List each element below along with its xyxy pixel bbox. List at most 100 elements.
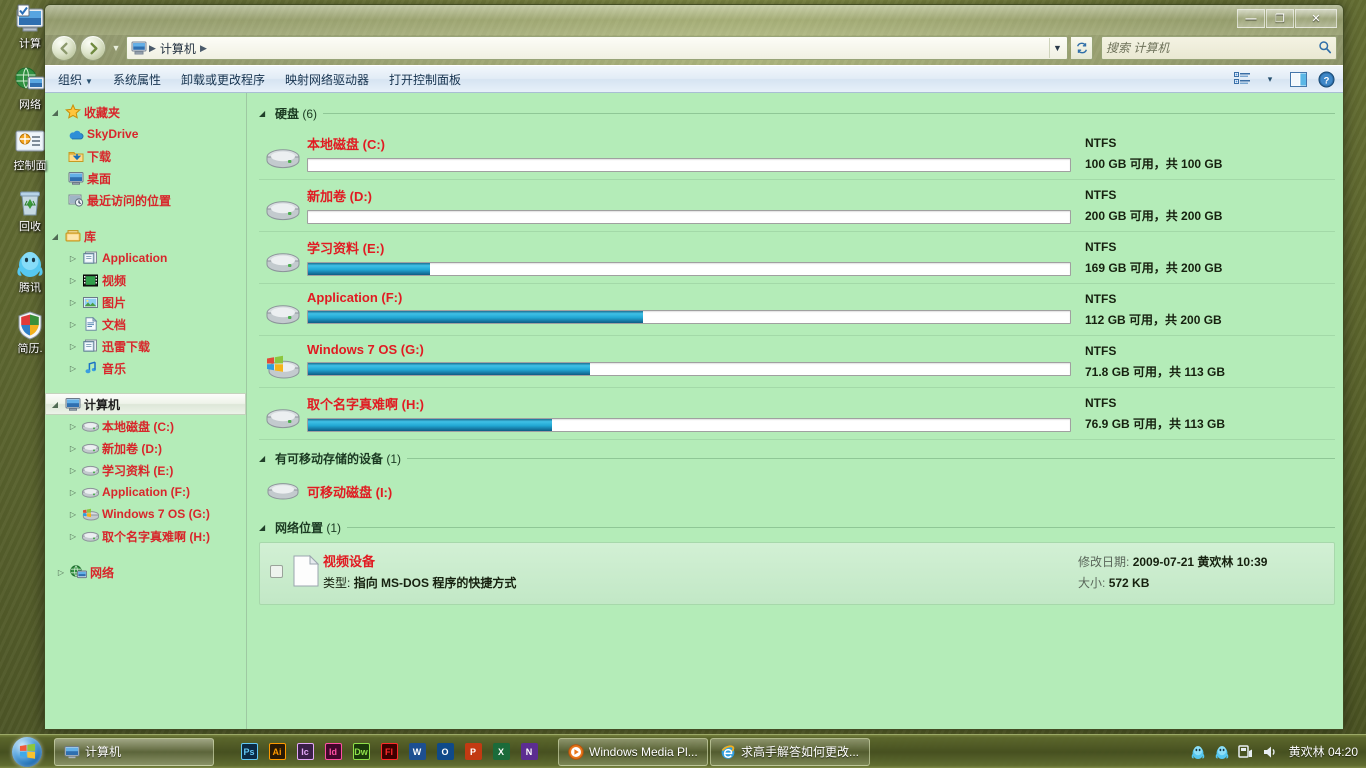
minimize-button[interactable]: — [1237, 9, 1265, 28]
sidebar-item-drive-h[interactable]: ▷ 取个名字真难啊 (H:) [45, 525, 246, 547]
navigation-pane[interactable]: ◢ 收藏夹 SkyDrive 下载 桌面 最近访问的位置 ◢ 库 ▷ Appli… [45, 93, 247, 729]
twisty-expanded-icon[interactable]: ◢ [259, 109, 269, 118]
window-title-bar[interactable]: — ❐ ✕ [45, 5, 1343, 35]
desktop-icon-recycle-bin[interactable]: 回收 [4, 187, 56, 234]
content-pane[interactable]: ◢ 硬盘 (6) 本地磁盘 (C:) NTFS 100 GB 可用，共 100 … [247, 93, 1343, 729]
table-row[interactable]: 视频设备 类型: 指向 MS-DOS 程序的快捷方式 修改日期: 2009-07… [259, 542, 1335, 605]
volume-icon[interactable] [1261, 743, 1279, 761]
twisty-collapsed-icon[interactable]: ▷ [67, 342, 79, 351]
table-row[interactable]: 学习资料 (E:) NTFS 169 GB 可用，共 200 GB [259, 232, 1335, 284]
twisty-collapsed-icon[interactable]: ▷ [55, 568, 67, 577]
recent-pages-button[interactable]: ▼ [109, 43, 123, 53]
twisty-collapsed-icon[interactable]: ▷ [67, 488, 79, 497]
quicklaunch-excel[interactable]: X [488, 738, 514, 766]
qq-tray-icon-2[interactable] [1213, 743, 1231, 761]
sidebar-item-desktop[interactable]: 桌面 [45, 167, 246, 189]
breadcrumb-separator-2[interactable]: ▶ [199, 43, 208, 54]
twisty-collapsed-icon[interactable]: ▷ [67, 532, 79, 541]
quicklaunch-photoshop[interactable]: Ps [236, 738, 262, 766]
map-network-drive-button[interactable]: 映射网络驱动器 [276, 67, 378, 92]
view-list-icon[interactable] [1229, 68, 1255, 90]
search-box[interactable] [1101, 36, 1337, 60]
sidebar-item-library-documents[interactable]: ▷ 文档 [45, 313, 246, 335]
open-control-panel-button[interactable]: 打开控制面板 [380, 67, 470, 92]
quicklaunch-onenote[interactable]: N [516, 738, 542, 766]
quicklaunch-word[interactable]: W [404, 738, 430, 766]
twisty-collapsed-icon[interactable]: ▷ [67, 510, 79, 519]
quicklaunch-powerpoint[interactable]: P [460, 738, 486, 766]
desktop-icon-resume[interactable]: 简历. [4, 309, 56, 356]
qq-tray-icon[interactable] [1189, 743, 1207, 761]
clock[interactable]: 黄欢林 04:20 [1285, 743, 1358, 760]
sidebar-item-library-pictures[interactable]: ▷ 图片 [45, 291, 246, 313]
quicklaunch-flash[interactable]: Fl [376, 738, 402, 766]
sidebar-item-libraries[interactable]: ◢ 库 [45, 225, 246, 247]
twisty-collapsed-icon[interactable]: ▷ [67, 276, 79, 285]
close-button[interactable]: ✕ [1295, 9, 1337, 28]
desktop-icon-network[interactable]: 网络 [4, 65, 56, 112]
preview-pane-icon[interactable] [1285, 68, 1311, 90]
uninstall-change-program-button[interactable]: 卸载或更改程序 [172, 67, 274, 92]
sidebar-item-downloads[interactable]: 下载 [45, 145, 246, 167]
forward-button[interactable] [80, 35, 106, 61]
quicklaunch-illustrator[interactable]: Ai [264, 738, 290, 766]
desktop-icon-qq[interactable]: 腾讯 [4, 248, 56, 295]
address-dropdown-button[interactable]: ▼ [1049, 38, 1065, 58]
quicklaunch-outlook[interactable]: O [432, 738, 458, 766]
taskbar-item-windows-media-player[interactable]: Windows Media Pl... [558, 737, 708, 766]
group-header-network-locations[interactable]: ◢ 网络位置 (1) [259, 519, 1335, 536]
desktop-icon-computer[interactable]: 计算 [4, 4, 56, 51]
sidebar-item-favorites[interactable]: ◢ 收藏夹 [45, 101, 246, 123]
sidebar-item-drive-g[interactable]: ▷ Windows 7 OS (G:) [45, 503, 246, 525]
action-center-icon[interactable] [1237, 743, 1255, 761]
table-row[interactable]: 本地磁盘 (C:) NTFS 100 GB 可用，共 100 GB [259, 128, 1335, 180]
maximize-button[interactable]: ❐ [1266, 9, 1294, 28]
table-row[interactable]: Application (F:) NTFS 112 GB 可用，共 200 GB [259, 284, 1335, 336]
quicklaunch-indesign[interactable]: Id [320, 738, 346, 766]
system-properties-button[interactable]: 系统属性 [104, 67, 170, 92]
view-dropdown-button[interactable]: ▾ [1257, 68, 1283, 90]
sidebar-item-recent-places[interactable]: 最近访问的位置 [45, 189, 246, 211]
twisty-expanded-icon[interactable]: ◢ [259, 454, 269, 463]
twisty-collapsed-icon[interactable]: ▷ [67, 364, 79, 373]
start-button[interactable] [0, 735, 54, 768]
group-header-removable[interactable]: ◢ 有可移动存储的设备 (1) [259, 450, 1335, 467]
refresh-button[interactable] [1071, 36, 1093, 60]
twisty-collapsed-icon[interactable]: ▷ [67, 422, 79, 431]
sidebar-item-library-application[interactable]: ▷ Application [45, 247, 246, 269]
twisty-expanded-icon[interactable]: ◢ [49, 400, 61, 409]
twisty-collapsed-icon[interactable]: ▷ [67, 254, 79, 263]
quicklaunch-dreamweaver[interactable]: Dw [348, 738, 374, 766]
row-checkbox[interactable] [270, 565, 283, 578]
table-row[interactable]: 新加卷 (D:) NTFS 200 GB 可用，共 200 GB [259, 180, 1335, 232]
sidebar-item-drive-e[interactable]: ▷ 学习资料 (E:) [45, 459, 246, 481]
list-item[interactable]: 可移动磁盘 (I:) [259, 473, 1335, 511]
breadcrumb-computer[interactable]: 计算机 [157, 38, 199, 59]
sidebar-item-drive-f[interactable]: ▷ Application (F:) [45, 481, 246, 503]
twisty-collapsed-icon[interactable]: ▷ [67, 320, 79, 329]
sidebar-item-library-videos[interactable]: ▷ 视频 [45, 269, 246, 291]
sidebar-item-drive-d[interactable]: ▷ 新加卷 (D:) [45, 437, 246, 459]
twisty-expanded-icon[interactable]: ◢ [259, 523, 269, 532]
twisty-collapsed-icon[interactable]: ▷ [67, 444, 79, 453]
taskbar-item-computer[interactable]: 计算机 [54, 737, 214, 766]
address-bar[interactable]: ▶ 计算机 ▶ ▼ [126, 36, 1068, 60]
sidebar-item-library-music[interactable]: ▷ 音乐 [45, 357, 246, 379]
sidebar-item-skydrive[interactable]: SkyDrive [45, 123, 246, 145]
group-header-hard-disks[interactable]: ◢ 硬盘 (6) [259, 105, 1335, 122]
help-icon[interactable]: ? [1313, 68, 1339, 90]
sidebar-item-library-thunder-download[interactable]: ▷ 迅雷下载 [45, 335, 246, 357]
organize-button[interactable]: 组织 ▼ [49, 67, 102, 92]
twisty-collapsed-icon[interactable]: ▷ [67, 298, 79, 307]
desktop-icon-control-panel[interactable]: 控制面 [4, 126, 56, 173]
sidebar-item-computer[interactable]: ◢ 计算机 [45, 393, 246, 415]
search-input[interactable] [1106, 41, 1318, 55]
table-row[interactable]: 取个名字真难啊 (H:) NTFS 76.9 GB 可用，共 113 GB [259, 388, 1335, 440]
quicklaunch-incopy[interactable]: Ic [292, 738, 318, 766]
sidebar-item-network[interactable]: ▷ 网络 [45, 561, 246, 583]
twisty-collapsed-icon[interactable]: ▷ [67, 466, 79, 475]
search-icon[interactable] [1318, 40, 1332, 57]
sidebar-item-drive-c[interactable]: ▷ 本地磁盘 (C:) [45, 415, 246, 437]
taskbar-item-internet-explorer[interactable]: 求高手解答如何更改... [710, 737, 870, 766]
table-row[interactable]: Windows 7 OS (G:) NTFS 71.8 GB 可用，共 113 … [259, 336, 1335, 388]
